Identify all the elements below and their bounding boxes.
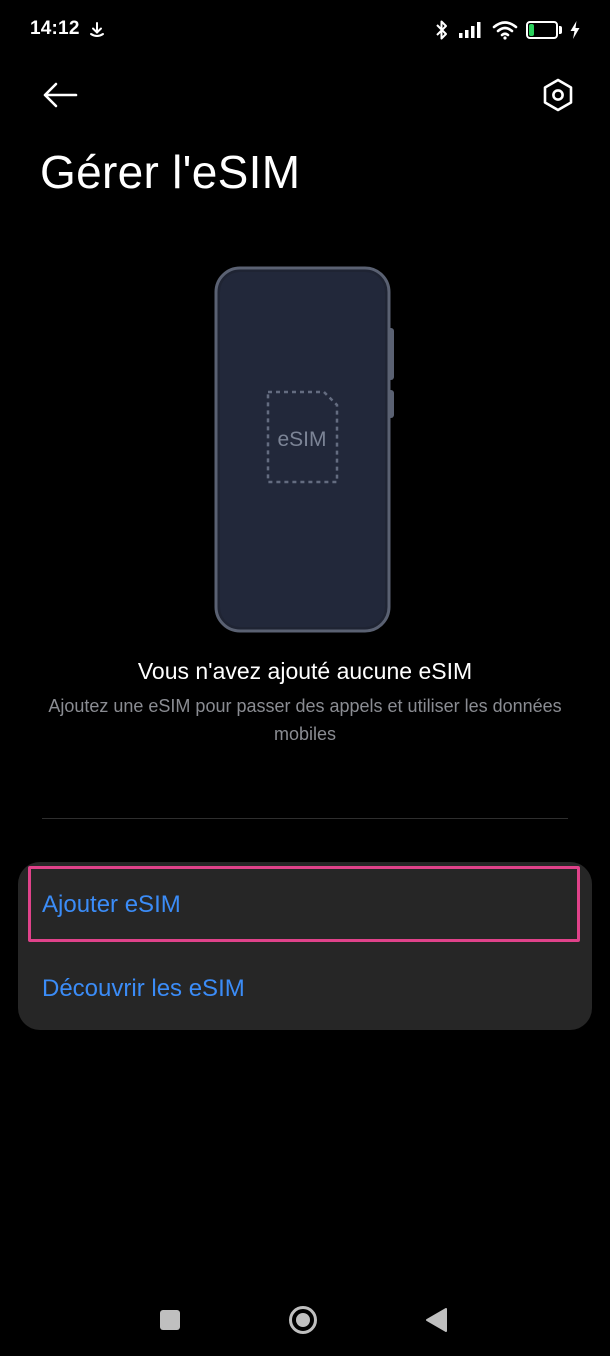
esim-card-label: eSIM xyxy=(277,428,326,451)
battery-tip xyxy=(559,26,562,34)
hexagon-settings-icon xyxy=(543,78,573,112)
home-button[interactable] xyxy=(288,1305,318,1335)
page-title: Gérer l'eSIM xyxy=(40,146,301,198)
signal-icon xyxy=(459,22,481,38)
actions-card: Ajouter eSIM Découvrir les eSIM xyxy=(18,862,592,1030)
charging-icon xyxy=(570,21,580,39)
bluetooth-icon xyxy=(436,20,447,40)
download-icon xyxy=(90,22,104,37)
status-time: 14:12 xyxy=(30,18,80,39)
recent-apps-button[interactable] xyxy=(160,1310,180,1330)
settings-button[interactable] xyxy=(530,72,586,118)
nav-back-button[interactable] xyxy=(424,1307,448,1333)
empty-state-description: Ajoutez une eSIM pour passer des appels … xyxy=(48,696,562,744)
wifi-icon xyxy=(492,21,518,40)
battery-fill xyxy=(529,24,535,36)
add-esim-button[interactable]: Ajouter eSIM xyxy=(42,870,568,940)
back-button[interactable] xyxy=(30,72,90,118)
battery-icon: 19 xyxy=(526,21,558,39)
arrow-left-icon xyxy=(43,82,78,108)
empty-state-title: Vous n'avez ajouté aucune eSIM xyxy=(137,658,473,684)
discover-esim-button[interactable]: Découvrir les eSIM xyxy=(42,954,568,1024)
status-icons: 19 xyxy=(434,16,580,44)
divider xyxy=(42,818,568,819)
battery-level: 19 xyxy=(535,24,549,36)
phone-illustration: eSIM xyxy=(214,266,394,633)
